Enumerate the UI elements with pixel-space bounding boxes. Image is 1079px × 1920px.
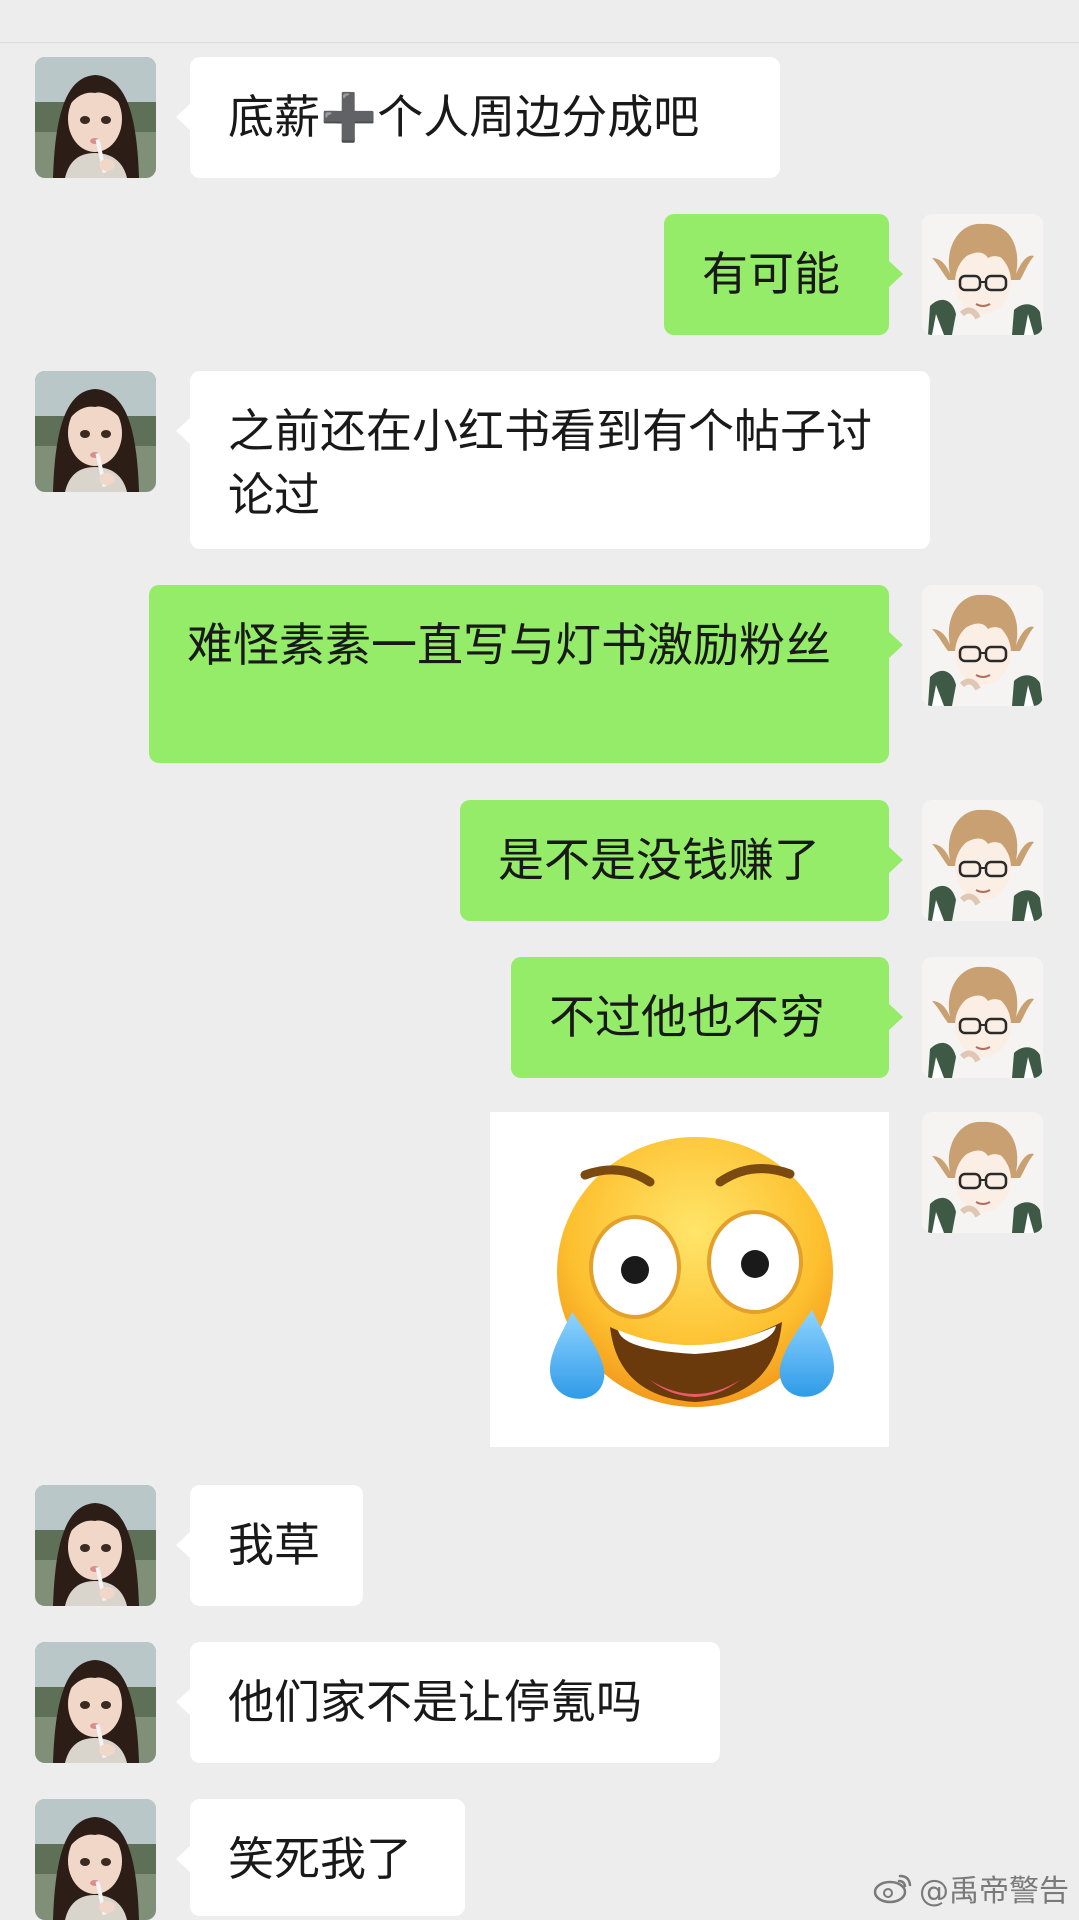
laughing-crying-emoji-icon bbox=[550, 1137, 834, 1407]
message-bubble-incoming[interactable]: 他们家不是让停氪吗 bbox=[176, 1642, 720, 1763]
message-bubble-outgoing[interactable]: 难怪素素一直写与灯书激励粉丝 bbox=[149, 585, 903, 763]
weibo-icon bbox=[873, 1874, 912, 1904]
self-avatar[interactable] bbox=[922, 214, 1043, 335]
contact-avatar[interactable] bbox=[35, 1799, 156, 1920]
contact-avatar[interactable] bbox=[35, 57, 156, 178]
contact-avatar[interactable] bbox=[35, 371, 156, 492]
message-bubble-outgoing[interactable]: 是不是没钱赚了 bbox=[460, 800, 903, 921]
self-avatar[interactable] bbox=[922, 585, 1043, 706]
message-bubble-incoming[interactable]: 底薪➕个人周边分成吧 bbox=[176, 57, 780, 178]
weibo-watermark: @禹帝警告 bbox=[873, 1868, 1069, 1909]
contact-avatar[interactable] bbox=[35, 1642, 156, 1763]
self-avatar[interactable] bbox=[922, 957, 1043, 1078]
message-bubble-incoming[interactable]: 我草 bbox=[176, 1485, 363, 1606]
message-bubble-incoming[interactable]: 笑死我了 bbox=[176, 1799, 465, 1916]
self-avatar[interactable] bbox=[922, 800, 1043, 921]
laughing-crying-emoji-sticker[interactable] bbox=[490, 1112, 889, 1447]
contact-avatar[interactable] bbox=[35, 1485, 156, 1606]
message-bubble-outgoing[interactable]: 有可能 bbox=[664, 214, 903, 335]
top-divider bbox=[0, 42, 1079, 43]
watermark-text: @禹帝警告 bbox=[919, 1874, 1069, 1909]
self-avatar[interactable] bbox=[922, 1112, 1043, 1233]
message-bubble-outgoing[interactable]: 不过他也不穷 bbox=[511, 957, 903, 1078]
message-bubble-incoming[interactable]: 之前还在小红书看到有个帖子讨论过 bbox=[176, 371, 930, 549]
